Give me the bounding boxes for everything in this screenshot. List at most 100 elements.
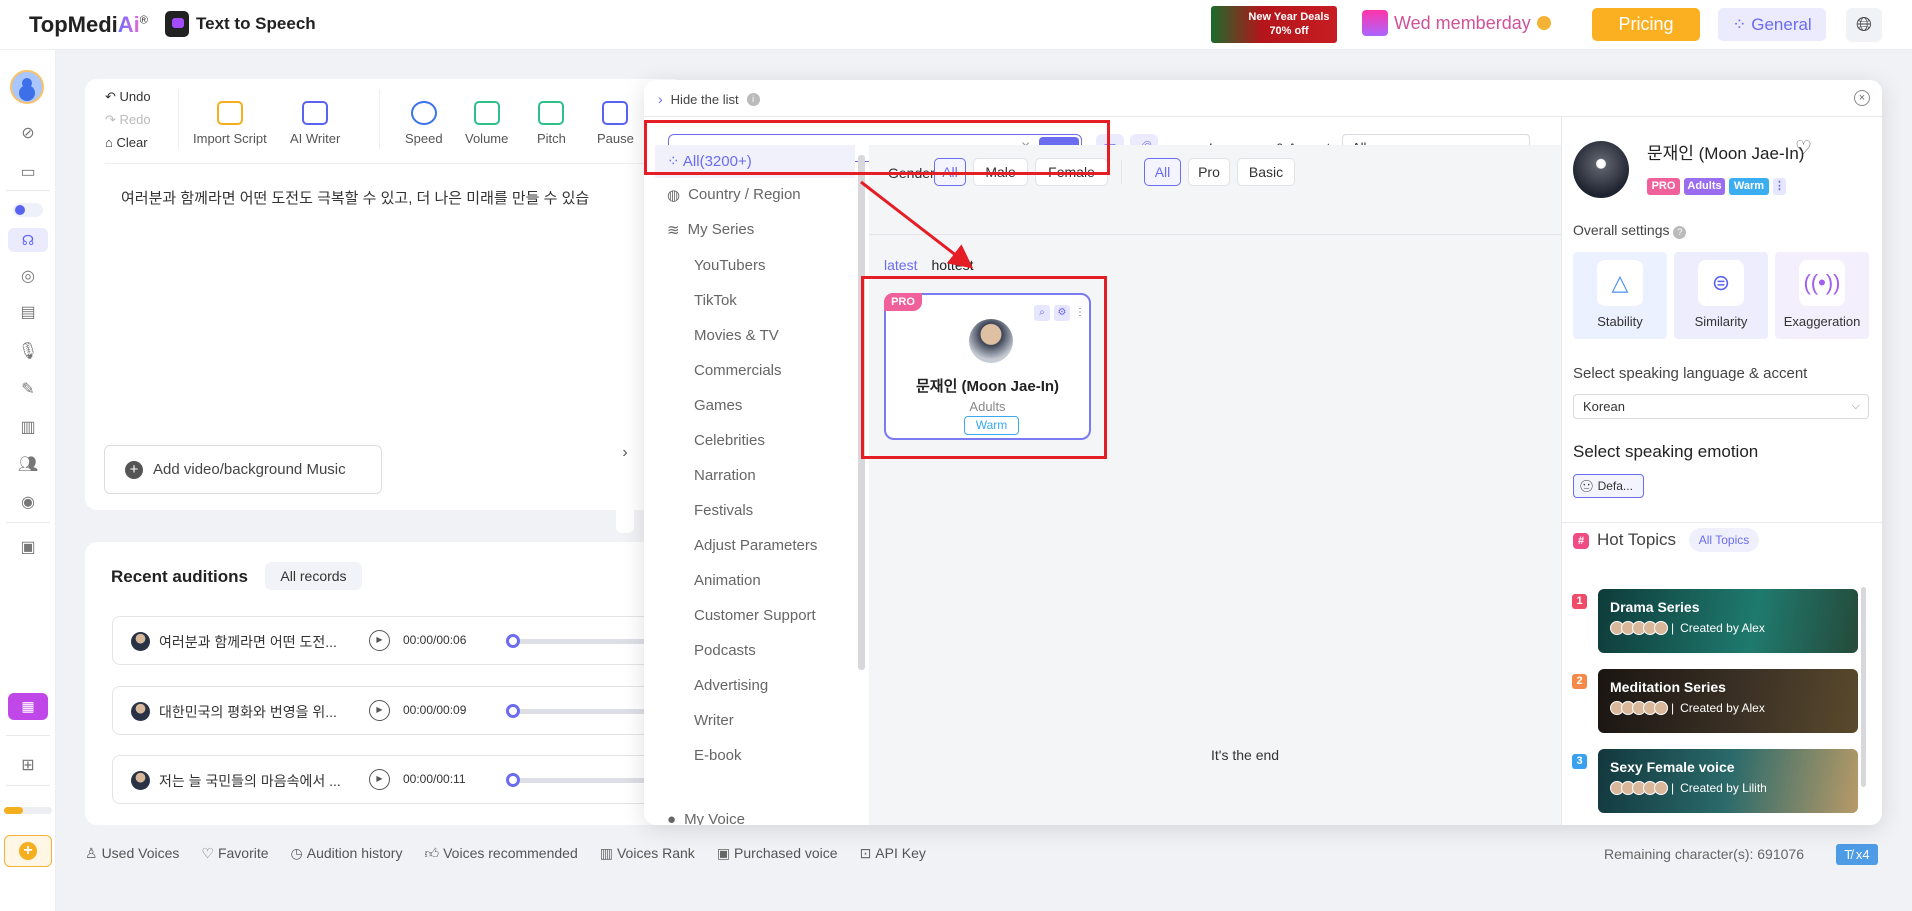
microphone-icon[interactable]: 🎙︎: [16, 341, 40, 363]
language-heading: Select speaking language & accent: [1573, 365, 1808, 382]
category-item[interactable]: Advertising: [694, 677, 768, 694]
tier-basic-filter[interactable]: Basic: [1237, 158, 1295, 186]
tier-pro-filter[interactable]: Pro: [1188, 158, 1230, 186]
category-item[interactable]: Games: [694, 397, 742, 414]
used-voices-link[interactable]: ♙ Used Voices: [85, 845, 179, 862]
audition-row[interactable]: 저는 늘 국민들의 마음속에서 ... ▶ 00:00/00:11: [112, 755, 718, 804]
users-voice-icon[interactable]: 👥︎: [16, 454, 40, 476]
category-my-series[interactable]: ≋ My Series: [667, 213, 754, 246]
category-item[interactable]: Customer Support: [694, 607, 816, 624]
add-button[interactable]: +: [4, 835, 52, 867]
all-records-button[interactable]: All records: [265, 562, 362, 590]
member-day-link[interactable]: Wed memberday: [1362, 10, 1551, 36]
globe-nav-icon[interactable]: ◉: [16, 492, 40, 514]
voices-rank-link[interactable]: ▥ Voices Rank: [600, 845, 695, 862]
category-item[interactable]: TikTok: [694, 292, 737, 309]
category-item[interactable]: Movies & TV: [694, 327, 779, 344]
emotion-label: Defa...: [1597, 479, 1633, 493]
apps-grid-icon[interactable]: ⊞: [16, 755, 40, 777]
play-icon[interactable]: ▶: [369, 769, 390, 790]
globe-icon[interactable]: 🌐︎: [1846, 8, 1882, 42]
progress-knob[interactable]: [506, 634, 520, 648]
promo-banner[interactable]: New Year Deals 70% off: [1211, 6, 1337, 43]
logo[interactable]: TopMediAi®: [29, 12, 148, 38]
category-item[interactable]: Narration: [694, 467, 756, 484]
magic-icon[interactable]: ⊘: [16, 123, 40, 145]
pen-icon[interactable]: ✎: [16, 379, 40, 401]
heart-icon[interactable]: ♡: [1795, 137, 1812, 160]
calendar-icon[interactable]: ▦: [8, 693, 48, 720]
ai-writer-button[interactable]: AI Writer: [290, 101, 340, 146]
multiplier-badge[interactable]: T̸ x4: [1836, 844, 1878, 865]
undo-button[interactable]: ↶ Undo: [105, 89, 151, 105]
progress-knob[interactable]: [506, 773, 520, 787]
category-item[interactable]: Writer: [694, 712, 734, 729]
stability-setting[interactable]: △ Stability: [1573, 252, 1667, 339]
hide-list-label: Hide the list: [670, 91, 739, 107]
purchased-voice-link[interactable]: ▣ Purchased voice: [717, 845, 838, 862]
audition-history-link[interactable]: ◷ Audition history: [291, 845, 403, 862]
topic-card[interactable]: Drama Series | Created by Alex: [1598, 589, 1858, 653]
topics-scrollbar[interactable]: [1861, 587, 1866, 787]
category-item[interactable]: Podcasts: [694, 642, 756, 659]
toggle[interactable]: [13, 203, 43, 217]
audition-row[interactable]: 여러분과 함께라면 어떤 도전... ▶ 00:00/00:06: [112, 616, 718, 665]
pricing-button[interactable]: Pricing: [1592, 8, 1700, 41]
add-music-button[interactable]: + Add video/background Music: [104, 445, 382, 494]
user-avatar[interactable]: [10, 70, 44, 104]
category-item[interactable]: Celebrities: [694, 432, 765, 449]
audition-row[interactable]: 대한민국의 평화와 번영을 위... ▶ 00:00/00:09: [112, 686, 718, 735]
all-topics-button[interactable]: All Topics: [1689, 528, 1759, 552]
general-button[interactable]: ⁘ General: [1718, 8, 1826, 41]
usage-progress: [4, 807, 52, 814]
voice-preview-avatar[interactable]: [1573, 141, 1629, 198]
script-text-area[interactable]: 여러분과 함께라면 어떤 도전도 극복할 수 있고, 더 나은 미래를 만들 수…: [121, 187, 589, 208]
text-to-speech-nav-icon[interactable]: ☊: [8, 228, 48, 252]
api-key-link[interactable]: ⊡ API Key: [860, 845, 926, 862]
category-country-region[interactable]: ◍ Country / Region: [667, 178, 801, 211]
category-item[interactable]: Animation: [694, 572, 761, 589]
volume-button[interactable]: Volume: [465, 101, 508, 146]
similarity-setting[interactable]: ⊜ Similarity: [1674, 252, 1768, 339]
audio-video-icon[interactable]: ▤: [16, 302, 40, 324]
category-my-voice[interactable]: ● My Voice: [667, 811, 745, 825]
hide-list-button[interactable]: › Hide the list i: [658, 91, 760, 107]
import-script-button[interactable]: Import Script: [193, 101, 267, 146]
bottom-bar: ♙ Used Voices ♡ Favorite ◷ Audition history…: [85, 845, 926, 862]
emotion-chip[interactable]: 🙂︎ Defa...: [1573, 474, 1644, 498]
voices-recommended-link[interactable]: 👍︎ Voices recommended: [424, 845, 577, 862]
play-icon[interactable]: ▶: [369, 700, 390, 721]
topic-card[interactable]: Sexy Female voice | Created by Lilith: [1598, 749, 1858, 813]
audition-text: 대한민국의 평화와 번영을 위...: [159, 704, 337, 720]
speed-button[interactable]: Speed: [405, 101, 443, 146]
tab-hottest[interactable]: hottest: [931, 257, 973, 273]
folder-icon[interactable]: ▭: [16, 162, 40, 184]
redo-button[interactable]: ↷ Redo: [105, 112, 151, 128]
gift-icon: [1362, 10, 1388, 36]
category-item[interactable]: E-book: [694, 747, 742, 764]
favorite-link[interactable]: ♡ Favorite: [201, 845, 268, 862]
tier-all-filter[interactable]: All: [1144, 158, 1181, 186]
exaggeration-setting[interactable]: ((•)) Exaggeration: [1775, 252, 1869, 339]
play-icon[interactable]: ▶: [369, 630, 390, 651]
tab-latest[interactable]: latest: [884, 257, 917, 273]
expand-arrow-button[interactable]: ›: [616, 372, 634, 533]
clear-button[interactable]: ⌂ Clear: [105, 135, 148, 150]
link-label: Favorite: [217, 845, 269, 861]
progress-knob[interactable]: [506, 704, 520, 718]
pitch-button[interactable]: Pitch: [537, 101, 566, 146]
category-item[interactable]: Adjust Parameters: [694, 537, 817, 554]
voice-changer-icon[interactable]: ◎: [16, 266, 40, 288]
category-item[interactable]: YouTubers: [694, 257, 765, 274]
category-item[interactable]: Commercials: [694, 362, 782, 379]
setting-label: Exaggeration: [1783, 314, 1861, 329]
more-tags-icon[interactable]: ⋮: [1773, 178, 1786, 195]
speaking-language-select[interactable]: Korean ⌵: [1573, 394, 1869, 419]
category-item[interactable]: Festivals: [694, 502, 753, 519]
topic-card[interactable]: Meditation Series | Created by Alex: [1598, 669, 1858, 733]
toolbox-icon[interactable]: ▣: [16, 537, 40, 559]
voice-avatar: [131, 632, 150, 651]
pause-button[interactable]: Pause: [597, 101, 634, 146]
close-icon[interactable]: ×: [1854, 90, 1870, 106]
document-icon[interactable]: ▥: [16, 417, 40, 439]
